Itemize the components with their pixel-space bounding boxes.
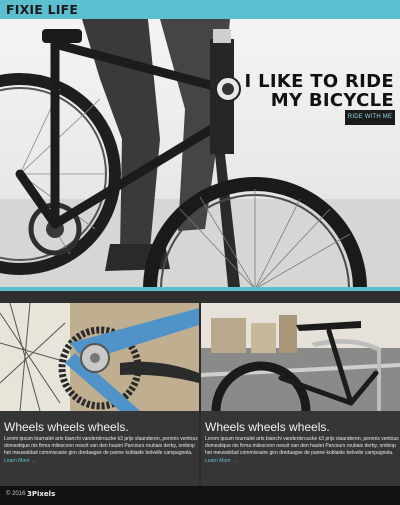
feature-card-2-body: Lorem ipsum tournalet arts bianchi vande…	[205, 436, 399, 457]
hero-heading: I LIKE TO RIDE MY BICYCLE	[245, 72, 394, 110]
hero-bicycle-photo	[0, 19, 400, 287]
feature-card-1-body: Lorem ipsum tournalet arts bianchi vande…	[4, 436, 198, 457]
hero-banner: I LIKE TO RIDE MY BICYCLE RIDE WITH ME	[0, 19, 400, 287]
section-spacer	[0, 291, 400, 303]
feature-card-1-text: Lorem ipsum tournalet arts bianchi vande…	[4, 436, 198, 465]
feature-card-2: Wheels wheels wheels. Lorem ipsum tourna…	[201, 303, 400, 486]
feature-card-1-title: Wheels wheels wheels.	[4, 420, 129, 434]
feature-card-2-photo	[201, 303, 400, 411]
ride-with-me-button[interactable]: RIDE WITH ME	[345, 110, 395, 125]
feature-card-1-learn-more-link[interactable]: Learn More →	[4, 458, 36, 464]
hero-heading-line-1: I LIKE TO RIDE	[244, 71, 394, 92]
site-logo[interactable]: FIXIE LIFE	[6, 2, 78, 17]
site-header: FIXIE LIFE	[0, 0, 400, 19]
feature-card-2-learn-more-link[interactable]: Learn More →	[205, 458, 237, 464]
copyright-text: © 2016	[6, 491, 26, 497]
hero-heading-line-2: MY BICYCLE	[270, 90, 394, 111]
site-footer: © 2016 3Pixels	[0, 486, 400, 505]
footer-logo[interactable]: 3Pixels	[27, 490, 55, 498]
feature-card-2-title: Wheels wheels wheels.	[205, 420, 330, 434]
feature-card-1-photo	[0, 303, 199, 411]
feature-card-2-text: Lorem ipsum tournalet arts bianchi vande…	[205, 436, 399, 465]
feature-card-1: Wheels wheels wheels. Lorem ipsum tourna…	[0, 303, 199, 486]
